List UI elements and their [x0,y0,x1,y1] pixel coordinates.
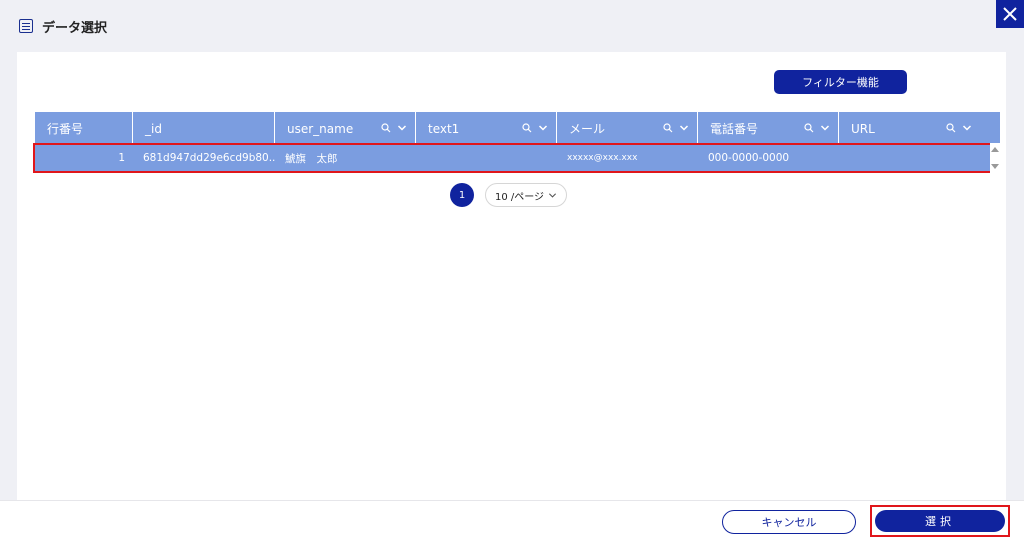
cell-user-name: 鯱旗 太郎 [285,152,338,165]
select-button[interactable]: 選択 [875,510,1005,532]
table-header: 行番号 _id user_name text1 メール 電話番号 URL [35,112,990,143]
pagination: 1 10 /ページ [450,183,567,207]
chevron-down-icon[interactable] [962,123,972,133]
page-size-label: 10 /ページ [494,191,545,203]
column-header-user-name[interactable]: user_name [275,112,416,143]
filter-button[interactable]: フィルター機能 [774,70,907,94]
column-header-email[interactable]: メール [557,112,698,143]
chevron-down-icon [548,192,557,198]
table-body: 1 681d947dd29e6cd9b80... 鯱旗 太郎 xxxxx@xxx… [33,143,992,173]
column-header-text1[interactable]: text1 [416,112,557,143]
cell-url [839,145,980,171]
search-icon[interactable] [663,122,673,133]
dialog-title: データ選択 [42,21,108,36]
search-icon[interactable] [946,122,956,133]
dialog-header: データ選択 [0,0,1024,52]
column-header-id[interactable]: _id [133,112,275,143]
search-icon[interactable] [522,122,532,133]
cell-email: xxxxx@xxx.xxx [567,153,638,163]
search-icon[interactable] [804,122,814,133]
cell-id: 681d947dd29e6cd9b80... [143,152,275,164]
column-header-row-number[interactable]: 行番号 [35,112,133,143]
chevron-down-icon[interactable] [820,123,830,133]
chevron-down-icon[interactable] [397,123,407,133]
select-button-highlight: 選択 [870,505,1010,537]
column-header-phone[interactable]: 電話番号 [698,112,839,143]
table-list-icon [19,19,33,33]
data-table: 行番号 _id user_name text1 メール 電話番号 URL 1 6… [33,112,992,173]
cancel-button[interactable]: キャンセル [722,510,856,534]
cell-phone: 000-0000-0000 [708,152,790,164]
cell-row-number: 1 [118,152,125,164]
column-header-url[interactable]: URL [839,112,980,143]
close-button[interactable] [996,0,1024,28]
table-row[interactable]: 1 681d947dd29e6cd9b80... 鯱旗 太郎 xxxxx@xxx… [33,143,992,173]
data-panel: フィルター機能 行番号 _id user_name text1 メール 電話番号… [17,52,1006,500]
chevron-down-icon[interactable] [538,123,548,133]
cell-text1 [416,145,557,171]
table-scrollbar[interactable] [990,112,1006,173]
page-button-current[interactable]: 1 [450,183,474,207]
scroll-up-arrow-icon[interactable] [991,147,999,152]
scroll-down-arrow-icon[interactable] [991,164,999,169]
close-icon [1003,7,1017,21]
search-icon[interactable] [381,122,391,133]
dialog-footer: キャンセル 選択 [0,500,1024,538]
chevron-down-icon[interactable] [679,123,689,133]
page-size-select[interactable]: 10 /ページ [485,183,567,207]
